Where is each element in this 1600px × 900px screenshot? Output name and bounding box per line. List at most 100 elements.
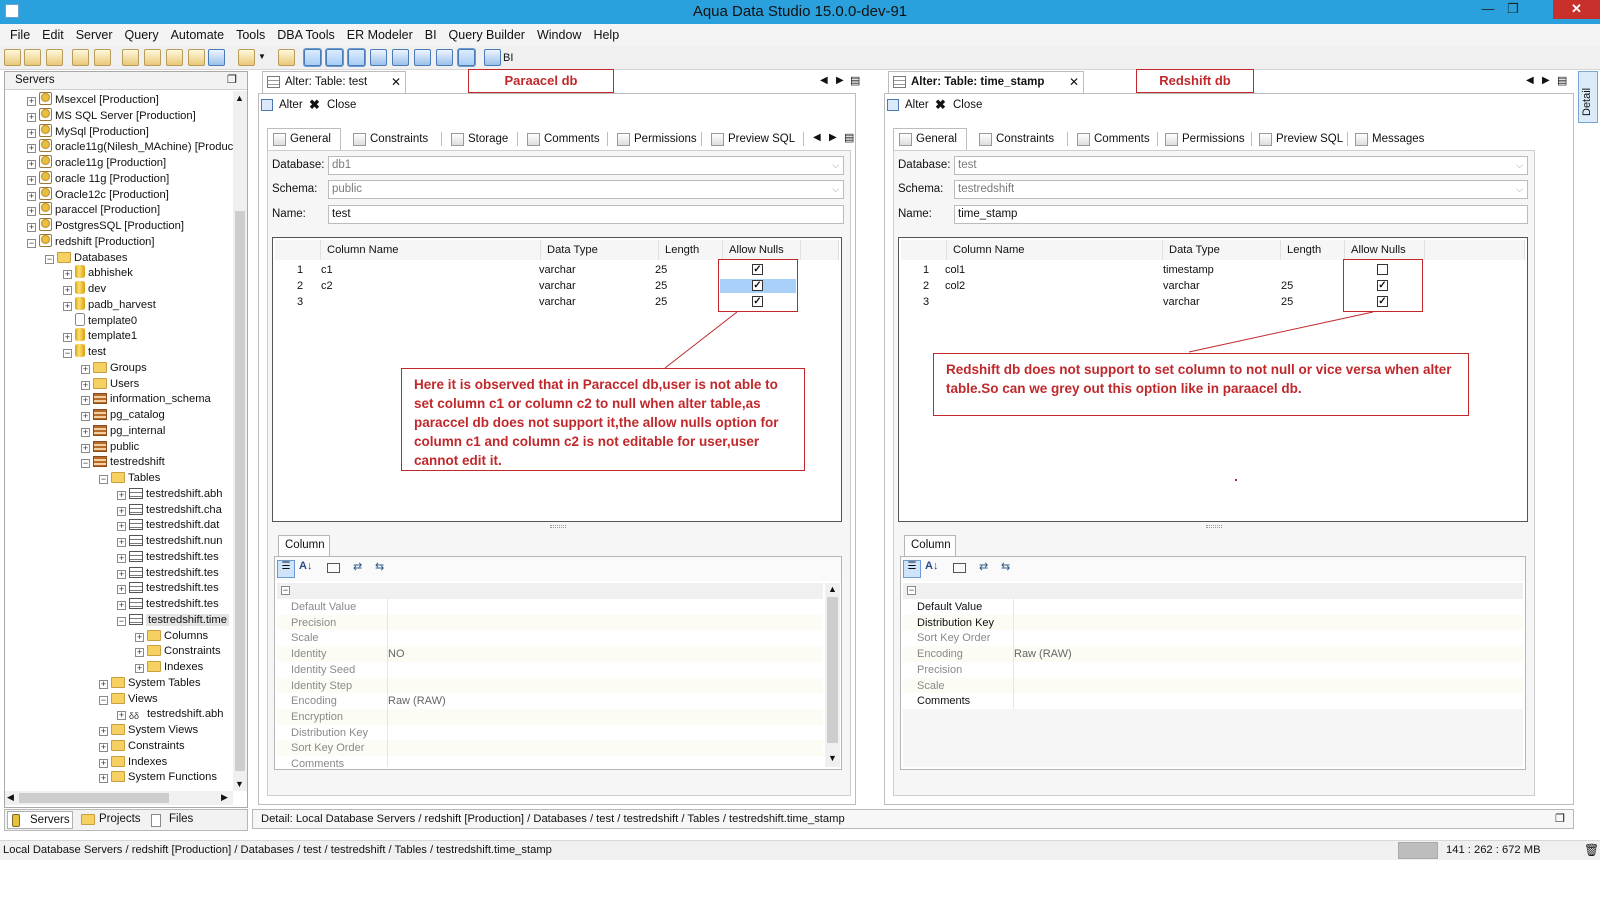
cell-length[interactable]: 25 (655, 278, 667, 294)
expand-toggle-icon[interactable]: + (27, 97, 36, 106)
close-tab-icon[interactable]: ✕ (1069, 75, 1079, 89)
monitor-icon[interactable] (208, 49, 225, 66)
menu-edit[interactable]: Edit (36, 28, 70, 42)
tree-node[interactable]: + δδ testredshift.abh (117, 706, 224, 722)
categorized-icon[interactable]: ☰ (903, 560, 921, 578)
splitter-grip[interactable] (550, 525, 566, 528)
property-row[interactable]: Comments (903, 693, 1523, 710)
tree-node[interactable]: + pg_catalog (81, 407, 165, 423)
scroll-down-icon[interactable]: ▼ (828, 753, 837, 763)
tab-comments[interactable]: Comments (1071, 128, 1155, 150)
expand-toggle-icon[interactable]: + (117, 585, 126, 595)
script-icon[interactable] (238, 49, 255, 66)
expand-toggle-icon[interactable]: + (81, 380, 90, 390)
expand-toggle-icon[interactable]: + (63, 286, 72, 295)
tree-node[interactable]: + testredshift.tes (117, 549, 219, 565)
chevron-down-icon[interactable]: ▼ (258, 52, 266, 61)
tab-storage[interactable]: Storage (445, 128, 513, 150)
tree-node[interactable]: + System Views (99, 722, 198, 738)
menu-file[interactable]: File (4, 28, 36, 42)
col-header-length[interactable]: Length (1281, 240, 1345, 260)
trash-icon[interactable]: 🗑 (1584, 843, 1599, 857)
property-value[interactable] (1013, 599, 1433, 615)
tree-node[interactable]: + PostgresSQL [Production] (27, 218, 184, 234)
tree-node[interactable]: + testredshift.tes (117, 580, 219, 596)
tree-node[interactable]: + testredshift.tes (117, 596, 219, 612)
expand-toggle-icon[interactable]: + (81, 427, 90, 437)
tree-node[interactable]: + Indexes (99, 754, 167, 770)
tree-node[interactable]: + template1 (63, 328, 137, 344)
expand-toggle-icon[interactable]: + (81, 443, 90, 453)
property-value[interactable]: Raw (RAW) (387, 693, 807, 710)
expand-toggle-icon[interactable]: + (135, 664, 144, 673)
tree-node[interactable]: + Users (81, 376, 139, 392)
property-row[interactable]: Default Value (903, 599, 1523, 615)
tree-node[interactable]: − Databases (45, 250, 128, 266)
cell-data-type[interactable]: varchar (539, 262, 576, 278)
layout-4-icon[interactable] (370, 49, 387, 66)
tree-node[interactable]: + Groups (81, 360, 147, 376)
tree-node[interactable]: + public (81, 439, 139, 455)
expand-toggle-icon[interactable]: − (27, 238, 36, 248)
tree-node[interactable]: + abhishek (63, 265, 133, 281)
expand-toggle-icon[interactable]: + (135, 648, 144, 658)
move-out-icon[interactable]: ⇆ (375, 560, 384, 573)
expand-toggle-icon[interactable]: + (27, 175, 36, 185)
tab-projects[interactable]: Projects (79, 811, 143, 829)
property-field-icon[interactable] (327, 563, 340, 573)
categorized-icon[interactable]: ☰ (277, 560, 295, 578)
tree-node[interactable]: − Views (99, 691, 158, 707)
tab-constraints[interactable]: Constraints (973, 128, 1065, 150)
property-value[interactable] (1013, 614, 1433, 631)
tree-node[interactable]: + System Tables (99, 675, 201, 691)
schema-select[interactable]: public ⌵ (328, 180, 844, 199)
layout-8-icon[interactable] (457, 48, 476, 67)
property-value[interactable] (387, 677, 807, 694)
expand-toggle-icon[interactable]: + (117, 522, 126, 532)
close-button[interactable]: ✖ Close (309, 97, 369, 116)
sort-alpha-icon[interactable]: A↓ (925, 560, 938, 572)
tree-node[interactable]: + Msexcel [Production] (27, 92, 159, 108)
cell-length[interactable]: 25 (655, 262, 667, 278)
property-value[interactable] (387, 740, 807, 757)
expand-toggle-icon[interactable]: + (63, 301, 72, 311)
property-value[interactable]: Raw (RAW) (1013, 646, 1433, 663)
cell-column-name[interactable]: c2 (321, 278, 333, 294)
minimize-button[interactable]: — (1476, 0, 1500, 20)
close-tab-icon[interactable]: ✕ (391, 75, 401, 89)
tab-list-icon[interactable]: ▤ (850, 74, 860, 87)
expand-toggle-icon[interactable]: + (27, 160, 36, 169)
move-in-icon[interactable]: ⇄ (353, 560, 362, 573)
col-header-allow-nulls[interactable]: Allow Nulls (1345, 240, 1425, 260)
menu-bi[interactable]: BI (419, 28, 443, 42)
tree-node[interactable]: + pg_internal (81, 423, 165, 439)
col-header-type[interactable]: Data Type (1163, 240, 1281, 260)
expand-toggle-icon[interactable]: + (99, 758, 108, 768)
cell-length[interactable]: 25 (1281, 278, 1293, 294)
tree-node[interactable]: + oracle11g(Nilesh_MAchine) [Product (27, 139, 233, 155)
detail-side-tab[interactable]: Detail (1578, 71, 1598, 123)
compare-icon[interactable] (188, 49, 205, 66)
property-row[interactable]: Precision (903, 661, 1523, 678)
property-row[interactable]: Scale (903, 677, 1523, 694)
property-value[interactable] (387, 599, 807, 615)
property-value[interactable] (1013, 693, 1433, 710)
tree-node[interactable]: + paraccel [Production] (27, 202, 160, 218)
expand-toggle-icon[interactable]: − (63, 349, 72, 358)
cell-column-name[interactable]: c1 (321, 262, 333, 278)
expand-toggle-icon[interactable]: + (117, 569, 126, 579)
maximize-button[interactable]: ❐ (1500, 0, 1526, 20)
expand-toggle-icon[interactable]: + (117, 711, 126, 721)
property-row[interactable]: Distribution Key (903, 614, 1523, 631)
query-window-icon[interactable] (122, 49, 139, 66)
tree-node[interactable]: − redshift [Production] (27, 233, 155, 250)
menu-tools[interactable]: Tools (230, 28, 271, 42)
menu-query-builder[interactable]: Query Builder (443, 28, 531, 42)
expand-toggle-icon[interactable]: + (99, 679, 108, 689)
scroll-left-icon[interactable]: ◀ (7, 792, 14, 803)
cell-data-type[interactable]: varchar (1163, 278, 1200, 294)
tree-node[interactable]: + dev (63, 281, 106, 297)
col-header-type[interactable]: Data Type (541, 240, 659, 260)
new-server-icon[interactable] (4, 49, 21, 66)
expand-toggle-icon[interactable]: + (117, 553, 126, 563)
